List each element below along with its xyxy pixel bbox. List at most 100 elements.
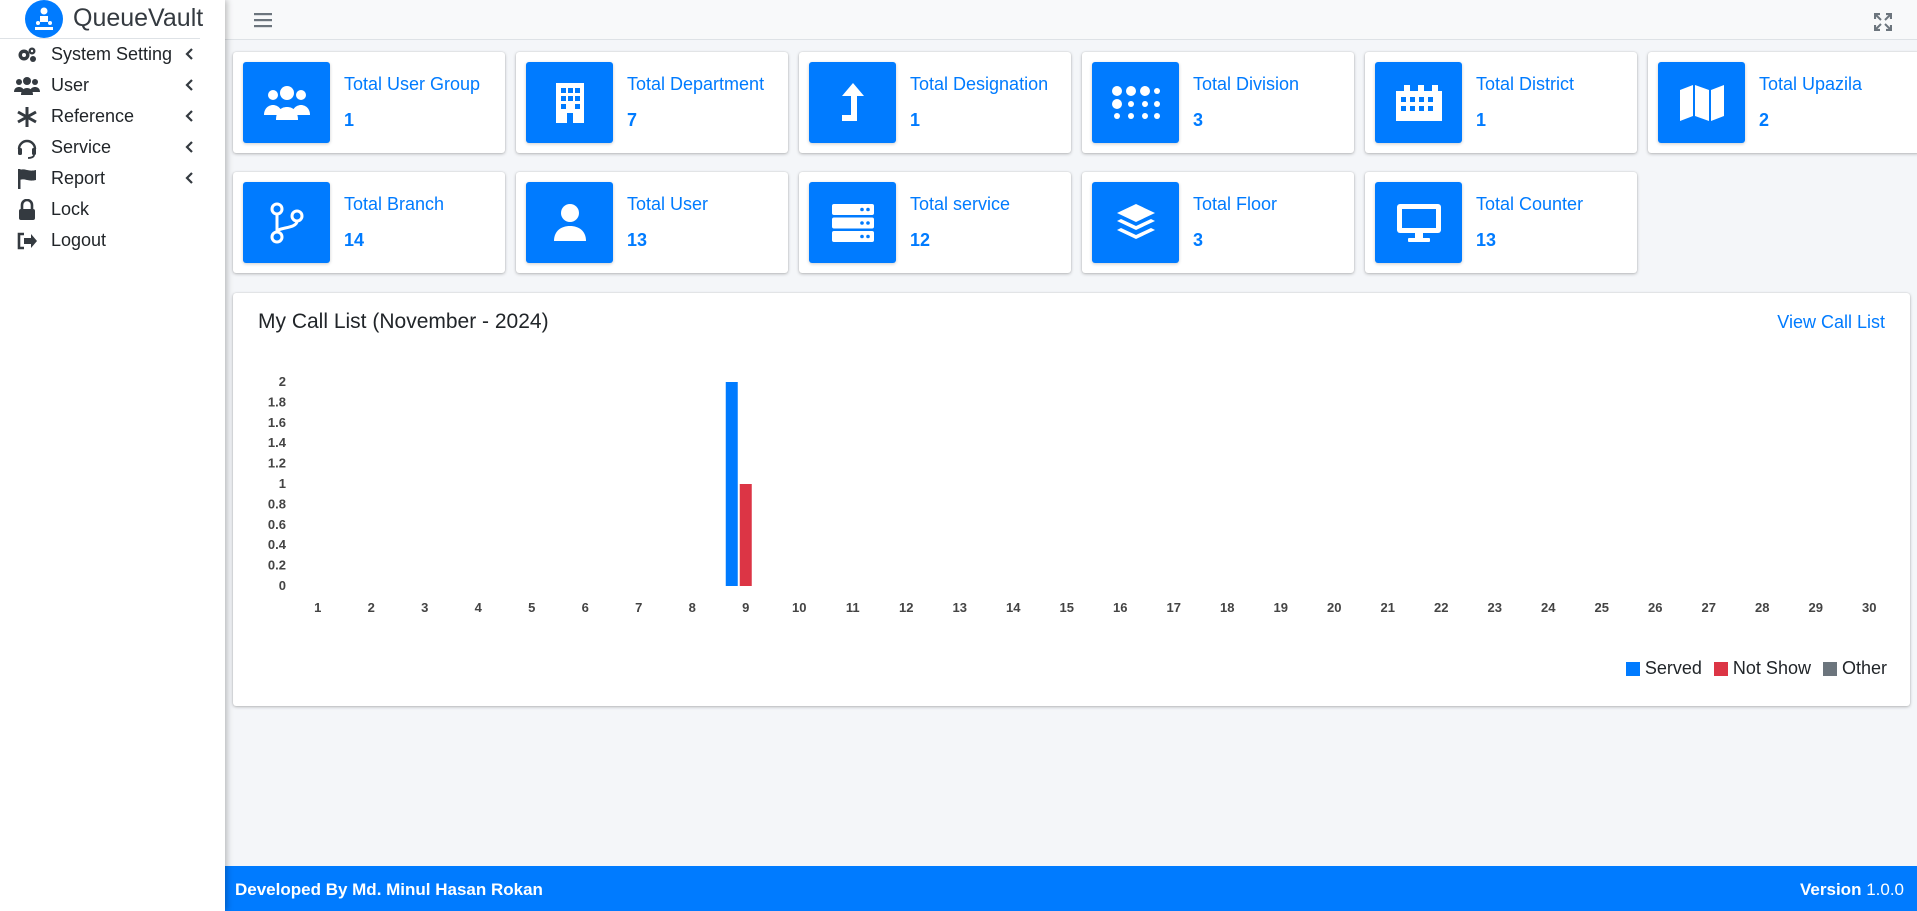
x-tick-label: 9 [742, 600, 749, 615]
card-total-upazila[interactable]: Total Upazila 2 [1648, 52, 1917, 153]
card-value: 7 [627, 110, 638, 130]
card-total-designation[interactable]: Total Designation 1 [799, 52, 1071, 153]
x-tick-label: 28 [1755, 600, 1769, 615]
card-title: Total District [1476, 74, 1575, 94]
x-tick-label: 14 [1006, 600, 1021, 615]
building-icon [526, 62, 613, 143]
card-value: 1 [910, 110, 921, 130]
chevron-left-icon [182, 78, 196, 92]
y-tick-label: 0.6 [268, 517, 286, 532]
legend-label: Other [1841, 658, 1887, 678]
card-total-district[interactable]: Total District 1 [1365, 52, 1637, 153]
y-tick-label: 1.6 [268, 415, 286, 430]
card-value: 14 [344, 230, 365, 250]
brand[interactable]: QueueVault [0, 0, 204, 39]
card-value: 2 [1759, 110, 1770, 130]
card-value: 12 [910, 230, 931, 250]
sidebar-item-service[interactable]: Service [0, 132, 200, 163]
card-title: Total service [910, 194, 1011, 214]
x-tick-label: 10 [792, 600, 806, 615]
x-tick-label: 8 [689, 600, 696, 615]
user-icon [526, 182, 613, 263]
x-tick-label: 23 [1488, 600, 1502, 615]
hamburger-menu-icon[interactable] [254, 12, 272, 28]
sidebar-item-lock[interactable]: Lock [0, 194, 200, 225]
x-tick-label: 4 [475, 600, 483, 615]
x-tick-label: 29 [1809, 600, 1823, 615]
y-tick-label: 0.2 [268, 558, 286, 573]
users-icon [13, 74, 41, 98]
card-total-service[interactable]: Total service 12 [799, 172, 1071, 273]
card-total-floor[interactable]: Total Floor 3 [1082, 172, 1354, 273]
x-tick-label: 11 [846, 600, 860, 615]
call-list-chart: 00.20.40.60.811.21.41.61.821 2 3 4 5 6 7 8 9 10 11… [268, 374, 1877, 615]
sidebar-item-label: Logout [51, 230, 107, 250]
brand-name: QueueVault [73, 4, 204, 32]
bar-served[interactable] [725, 382, 738, 586]
sidebar: QueueVault System Setting User Reference [0, 0, 225, 911]
legend-item-served[interactable]: Served [1625, 658, 1702, 679]
version-label: Version [1800, 880, 1862, 899]
legend-swatch [1713, 661, 1728, 676]
x-tick-label: 27 [1702, 600, 1716, 615]
headset-icon [13, 136, 41, 160]
x-tick-label: 5 [528, 600, 535, 615]
card-total-department[interactable]: Total Department 7 [516, 52, 788, 153]
lock-icon [13, 198, 41, 222]
call-list-panel: My Call List (November - 2024) View Call… [233, 293, 1910, 706]
x-tick-label: 6 [582, 600, 589, 615]
card-title: Total Department [627, 74, 765, 94]
card-total-division[interactable]: Total Division 3 [1082, 52, 1354, 153]
x-tick-label: 30 [1862, 600, 1876, 615]
legend-swatch [1822, 661, 1837, 676]
legend-item-other[interactable]: Other [1822, 658, 1887, 679]
chevron-left-icon [182, 171, 196, 185]
card-title: Total Floor [1193, 194, 1278, 214]
sidebar-item-logout[interactable]: Logout [0, 225, 200, 256]
card-value: 3 [1193, 230, 1204, 250]
x-tick-label: 18 [1220, 600, 1234, 615]
card-title: Total Branch [344, 194, 445, 214]
x-tick-label: 2 [368, 600, 375, 615]
chart-legend: Served Not Show Other [1625, 658, 1887, 679]
legend-label: Served [1644, 658, 1702, 678]
card-title: Total Upazila [1759, 74, 1863, 94]
sidebar-item-label: Lock [51, 199, 90, 219]
x-tick-label: 20 [1327, 600, 1341, 615]
legend-label: Not Show [1732, 658, 1811, 678]
logout-icon [13, 229, 41, 253]
sidebar-item-label: User [51, 75, 90, 95]
y-tick-label: 2 [279, 374, 286, 389]
bar-not-show[interactable] [739, 484, 752, 586]
sidebar-item-label: Service [51, 137, 112, 157]
card-total-user[interactable]: Total User 13 [516, 172, 788, 273]
x-tick-label: 17 [1167, 600, 1181, 615]
x-tick-label: 21 [1381, 600, 1395, 615]
card-value: 13 [1476, 230, 1497, 250]
sidebar-item-report[interactable]: Report [0, 163, 200, 194]
branch-icon [243, 182, 330, 263]
card-total-counter[interactable]: Total Counter 13 [1365, 172, 1637, 273]
footer-developer: Developed By Md. Minul Hasan Rokan [235, 880, 543, 899]
sidebar-item-label: Report [51, 168, 106, 188]
x-tick-label: 25 [1595, 600, 1609, 615]
y-tick-label: 0 [279, 578, 286, 593]
card-value: 1 [344, 110, 355, 130]
card-total-branch[interactable]: Total Branch 14 [233, 172, 505, 273]
industry-icon [1375, 62, 1462, 143]
card-title: Total User Group [344, 74, 481, 94]
map-icon [1658, 62, 1745, 143]
sidebar-item-system-setting[interactable]: System Setting [0, 39, 200, 70]
legend-item-not-show[interactable]: Not Show [1713, 658, 1811, 679]
card-total-user-group[interactable]: Total User Group 1 [233, 52, 505, 153]
level-up-icon [809, 62, 896, 143]
x-tick-label: 19 [1274, 600, 1288, 615]
desktop-icon [1375, 182, 1462, 263]
sidebar-item-reference[interactable]: Reference [0, 101, 200, 132]
gears-icon [13, 43, 41, 67]
x-tick-label: 12 [899, 600, 913, 615]
sidebar-item-user[interactable]: User [0, 70, 200, 101]
fullscreen-icon[interactable] [1873, 12, 1893, 32]
card-title: Total User [627, 194, 709, 214]
x-tick-label: 24 [1541, 600, 1556, 615]
